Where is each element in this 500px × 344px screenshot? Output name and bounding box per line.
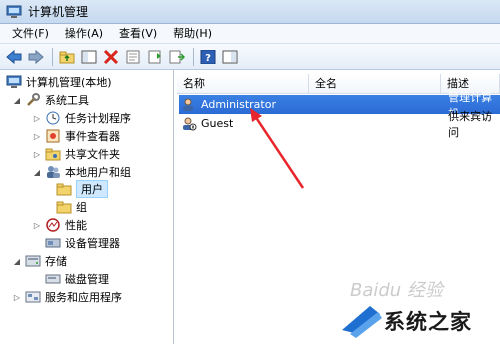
user-description: 供来宾访问 — [448, 109, 493, 139]
tree-item-services-apps[interactable]: ▷ 服务和应用程序 — [12, 288, 122, 306]
expand-triangle-icon[interactable]: ▷ — [32, 113, 42, 123]
tree-item-shared-folders[interactable]: ▷ 共享文件夹 — [32, 145, 120, 163]
menu-bar: 文件(F) 操作(A) 查看(V) 帮助(H) — [0, 24, 500, 44]
expand-triangle-icon[interactable]: ▷ — [32, 149, 42, 159]
tree-item-device-manager[interactable]: 设备管理器 — [45, 234, 120, 252]
tree-item-task-scheduler[interactable]: ▷ 任务计划程序 — [32, 109, 131, 127]
user-icon — [181, 98, 197, 112]
tree-label: 服务和应用程序 — [45, 291, 122, 304]
expand-triangle-icon[interactable]: ▷ — [32, 220, 42, 230]
shared-folder-icon — [45, 147, 61, 161]
tree-item-performance[interactable]: ▷ 性能 — [32, 216, 87, 234]
event-viewer-icon — [45, 129, 61, 143]
toolbar: ? — [0, 44, 500, 70]
menu-file[interactable]: 文件(F) — [4, 24, 57, 44]
tools-icon — [25, 93, 41, 107]
storage-icon — [25, 254, 41, 268]
user-name: Guest — [201, 117, 234, 130]
user-name: Administrator — [201, 98, 276, 111]
folder-icon — [56, 182, 72, 196]
toolbar-separator — [52, 47, 53, 66]
tree-label: 事件查看器 — [65, 130, 120, 143]
toolbar-separator — [193, 47, 194, 66]
computer-management-icon — [6, 75, 22, 89]
disabled-user-icon — [181, 117, 197, 131]
forward-arrow-icon[interactable] — [26, 47, 46, 67]
tree-label: 存储 — [45, 255, 67, 268]
tree-label: 任务计划程序 — [65, 112, 131, 125]
tree-item-disk-management[interactable]: 磁盘管理 — [45, 270, 109, 288]
expand-triangle-icon[interactable]: ▷ — [12, 292, 22, 302]
export-list-icon[interactable] — [167, 47, 187, 67]
tree-item-event-viewer[interactable]: ▷ 事件查看器 — [32, 127, 120, 145]
collapse-triangle-icon[interactable]: ◢ — [32, 167, 42, 177]
tree-label: 组 — [76, 201, 87, 214]
menu-help[interactable]: 帮助(H) — [165, 24, 220, 44]
navigation-tree: 计算机管理(本地) ◢ 系统工具 ▷ 任务计划程序 ▷ 事件查看器 ▷ 共享文件… — [0, 70, 174, 344]
watermark-text: 系统之家 — [384, 310, 472, 334]
tree-item-system-tools[interactable]: ◢ 系统工具 — [12, 91, 89, 109]
device-manager-icon — [45, 236, 61, 250]
baidu-watermark: Baidu 经验 — [350, 280, 443, 301]
computer-management-icon — [6, 4, 22, 20]
refresh-icon[interactable] — [145, 47, 165, 67]
performance-icon — [45, 218, 61, 232]
delete-icon[interactable] — [101, 47, 121, 67]
annotation-arrow — [250, 108, 305, 189]
column-header-fullname[interactable]: 全名 — [309, 74, 441, 94]
tree-item-storage[interactable]: ◢ 存储 — [12, 252, 67, 270]
show-action-pane-icon[interactable] — [220, 47, 240, 67]
show-hide-tree-icon[interactable] — [79, 47, 99, 67]
tree-item-groups[interactable]: 组 — [56, 198, 87, 216]
title-bar: 计算机管理 — [0, 0, 500, 24]
user-row-guest[interactable]: Guest 供来宾访问 — [179, 110, 500, 139]
svg-text:?: ? — [205, 53, 211, 64]
tree-item-local-users-groups[interactable]: ◢ 本地用户和组 — [32, 163, 131, 181]
tree-item-root[interactable]: 计算机管理(本地) — [6, 73, 112, 91]
tree-label: 用户 — [76, 180, 108, 198]
tree-label: 本地用户和组 — [65, 166, 131, 179]
collapse-triangle-icon[interactable]: ◢ — [12, 256, 22, 266]
collapse-triangle-icon[interactable]: ◢ — [12, 95, 22, 105]
tree-label: 设备管理器 — [65, 237, 120, 250]
properties-icon[interactable] — [123, 47, 143, 67]
folder-icon — [56, 200, 72, 214]
column-header-name[interactable]: 名称 — [177, 74, 309, 94]
tree-label: 计算机管理(本地) — [26, 76, 112, 89]
menu-action[interactable]: 操作(A) — [57, 24, 111, 44]
tree-item-users[interactable]: 用户 — [56, 180, 108, 198]
tree-label: 系统工具 — [45, 94, 89, 107]
window-title: 计算机管理 — [28, 5, 89, 19]
services-icon — [25, 290, 41, 304]
clock-icon — [45, 111, 61, 125]
tree-label: 性能 — [65, 219, 87, 232]
expand-triangle-icon[interactable]: ▷ — [32, 131, 42, 141]
help-icon[interactable]: ? — [198, 47, 218, 67]
up-folder-icon[interactable] — [57, 47, 77, 67]
tree-label: 共享文件夹 — [65, 148, 120, 161]
back-arrow-icon[interactable] — [4, 47, 24, 67]
menu-view[interactable]: 查看(V) — [111, 24, 165, 44]
tree-label: 磁盘管理 — [65, 273, 109, 286]
users-group-icon — [45, 165, 61, 179]
disk-icon — [45, 272, 61, 286]
